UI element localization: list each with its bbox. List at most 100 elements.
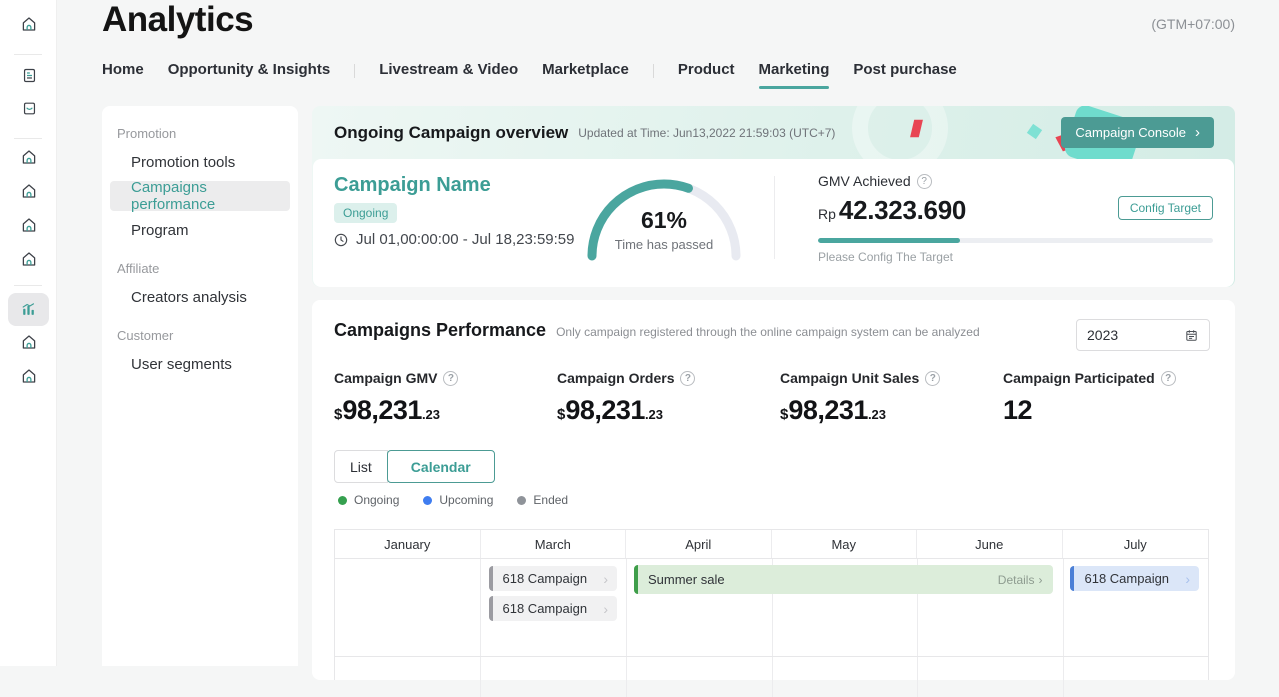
chevron-right-icon: › bbox=[1195, 125, 1200, 140]
sidebar-item-promotion-tools[interactable]: Promotion tools bbox=[102, 145, 298, 179]
nav-home-icon[interactable] bbox=[19, 181, 39, 201]
tab-marketing[interactable]: Marketing bbox=[759, 61, 830, 89]
legend-upcoming: Upcoming bbox=[423, 493, 493, 507]
calendar-body-row bbox=[335, 657, 1208, 697]
help-icon[interactable]: ? bbox=[925, 371, 940, 386]
main-nav-tabs: Home Opportunity & Insights Livestream &… bbox=[102, 61, 957, 89]
sidebar-item-user-segments[interactable]: User segments bbox=[102, 347, 298, 381]
campaign-calendar-table: January March April May June July 618 Ca… bbox=[334, 529, 1209, 680]
column-divider bbox=[480, 559, 481, 656]
bar-status-accent bbox=[634, 565, 638, 594]
gmv-achieved-section: GMV Achieved ? Config Target Rp42.323.69… bbox=[818, 173, 1213, 264]
gauge-percent: 61% bbox=[579, 207, 749, 234]
list-view-button[interactable]: List bbox=[334, 450, 388, 483]
campaign-name-link[interactable]: Campaign Name bbox=[334, 174, 491, 197]
month-header: January bbox=[335, 530, 481, 558]
rail-divider bbox=[14, 285, 42, 286]
metrics-row: Campaign GMV? $98,231.23 Campaign Orders… bbox=[334, 370, 1226, 426]
help-icon[interactable]: ? bbox=[443, 371, 458, 386]
calendar-body-row: 618 Campaign › 618 Campaign › Summer sal… bbox=[335, 559, 1208, 657]
sidebar-item-campaigns-performance[interactable]: Campaigns performance bbox=[110, 181, 290, 211]
campaign-console-button[interactable]: Campaign Console › bbox=[1061, 117, 1214, 148]
gmv-progress-fill bbox=[818, 238, 960, 243]
metric-campaign-gmv: Campaign GMV? $98,231.23 bbox=[334, 370, 557, 426]
campaign-status-badge: Ongoing bbox=[334, 203, 397, 223]
gmv-progress-bar bbox=[818, 238, 1213, 243]
timezone-label: (GTM+07:00) bbox=[1151, 16, 1235, 32]
column-divider bbox=[626, 657, 627, 697]
campaign-summary-panel: Campaign Name Ongoing Jul 01,00:00:00 - … bbox=[313, 159, 1234, 287]
sidebar-section-promotion: Promotion bbox=[117, 126, 298, 141]
calendar-view-button[interactable]: Calendar bbox=[387, 450, 495, 483]
page-title: Analytics bbox=[102, 0, 253, 40]
vertical-divider bbox=[774, 176, 775, 259]
status-legend: Ongoing Upcoming Ended bbox=[338, 493, 568, 507]
chevron-right-icon: › bbox=[1185, 572, 1190, 586]
rail-divider bbox=[14, 138, 42, 139]
sidebar-section-affiliate: Affiliate bbox=[117, 261, 298, 276]
campaign-bar-ended[interactable]: 618 Campaign › bbox=[489, 596, 618, 621]
month-header: May bbox=[772, 530, 918, 558]
year-value: 2023 bbox=[1087, 327, 1118, 343]
performance-title: Campaigns Performance bbox=[334, 320, 546, 341]
bar-status-accent bbox=[1070, 566, 1074, 591]
home-icon[interactable] bbox=[19, 14, 39, 34]
tab-group-divider bbox=[354, 64, 355, 78]
help-icon[interactable]: ? bbox=[1161, 371, 1176, 386]
nav-home-icon[interactable] bbox=[19, 366, 39, 386]
legend-dot bbox=[338, 496, 347, 505]
chevron-right-icon: › bbox=[1038, 573, 1042, 587]
overview-title: Ongoing Campaign overview bbox=[334, 123, 568, 143]
legend-dot bbox=[517, 496, 526, 505]
tab-product[interactable]: Product bbox=[678, 61, 735, 89]
ongoing-campaign-overview-card: Ongoing Campaign overview Updated at Tim… bbox=[312, 106, 1235, 287]
tab-opportunity-insights[interactable]: Opportunity & Insights bbox=[168, 61, 331, 89]
view-toggle: List Calendar bbox=[334, 450, 495, 483]
chevron-right-icon: › bbox=[603, 602, 608, 616]
nav-home-icon[interactable] bbox=[19, 215, 39, 235]
column-divider bbox=[772, 657, 773, 697]
document-icon[interactable] bbox=[19, 65, 39, 85]
tab-post-purchase[interactable]: Post purchase bbox=[853, 61, 956, 89]
nav-home-icon[interactable] bbox=[19, 147, 39, 167]
tab-marketplace[interactable]: Marketplace bbox=[542, 61, 629, 89]
campaign-bar-ongoing[interactable]: Summer sale Details › bbox=[634, 565, 1054, 594]
campaigns-performance-card: Campaigns Performance Only campaign regi… bbox=[312, 300, 1235, 680]
analytics-chart-icon[interactable] bbox=[8, 293, 49, 326]
sidebar-item-creators-analysis[interactable]: Creators analysis bbox=[102, 280, 298, 314]
legend-ended: Ended bbox=[517, 493, 568, 507]
column-divider bbox=[1063, 559, 1064, 656]
campaign-bar-ended[interactable]: 618 Campaign › bbox=[489, 566, 618, 591]
campaign-bar-upcoming[interactable]: 618 Campaign › bbox=[1070, 566, 1199, 591]
bar-status-accent bbox=[489, 596, 493, 621]
sidebar-section-customer: Customer bbox=[117, 328, 298, 343]
nav-home-icon[interactable] bbox=[19, 332, 39, 352]
campaign-date-range: Jul 01,00:00:00 - Jul 18,23:59:59 bbox=[333, 231, 575, 248]
gmv-label: GMV Achieved bbox=[818, 173, 911, 189]
chevron-right-icon: › bbox=[603, 572, 608, 586]
time-passed-gauge: 61% Time has passed bbox=[579, 169, 749, 263]
performance-subtitle: Only campaign registered through the onl… bbox=[556, 325, 980, 339]
tab-home[interactable]: Home bbox=[102, 61, 144, 89]
nav-home-icon[interactable] bbox=[19, 249, 39, 269]
checklist-icon[interactable] bbox=[19, 98, 39, 118]
year-date-picker[interactable]: 2023 bbox=[1076, 319, 1210, 351]
legend-dot bbox=[423, 496, 432, 505]
sidebar-item-program[interactable]: Program bbox=[102, 213, 298, 247]
metric-campaign-participated: Campaign Participated? 12 bbox=[1003, 370, 1226, 426]
month-header: April bbox=[626, 530, 772, 558]
calendar-header-row: January March April May June July bbox=[335, 530, 1208, 559]
month-header: July bbox=[1063, 530, 1209, 558]
tab-livestream-video[interactable]: Livestream & Video bbox=[379, 61, 518, 89]
sidebar: Promotion Promotion tools Campaigns perf… bbox=[102, 106, 298, 666]
help-icon[interactable]: ? bbox=[917, 174, 932, 189]
month-header: March bbox=[481, 530, 627, 558]
help-icon[interactable]: ? bbox=[680, 371, 695, 386]
column-divider bbox=[626, 559, 627, 656]
details-link[interactable]: Details › bbox=[998, 573, 1043, 587]
config-target-button[interactable]: Config Target bbox=[1118, 196, 1213, 220]
bar-status-accent bbox=[489, 566, 493, 591]
rail-divider bbox=[14, 54, 42, 55]
overview-updated-time: Updated at Time: Jun13,2022 21:59:03 (UT… bbox=[578, 126, 835, 140]
gmv-hint: Please Config The Target bbox=[818, 250, 1213, 264]
